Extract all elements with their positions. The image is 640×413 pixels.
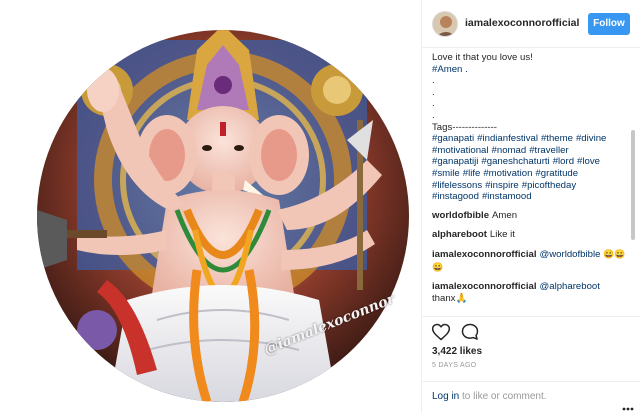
comment-item: alphareboot Like it bbox=[432, 229, 628, 241]
comment-text: Amen bbox=[492, 209, 518, 221]
hashtag-link[interactable]: #ganapatiji bbox=[432, 156, 478, 167]
scrollbar-thumb[interactable] bbox=[631, 130, 635, 240]
login-prompt: Log in to like or comment. bbox=[422, 381, 640, 413]
comment-username[interactable]: iamalexoconnorofficial bbox=[432, 281, 537, 292]
hashtag-link[interactable]: #lifelessons bbox=[432, 180, 482, 191]
comment-mention[interactable]: @alphareboot bbox=[540, 281, 600, 292]
tags-label: Tags-------------- bbox=[432, 121, 497, 133]
hashtag-link[interactable]: #motivational bbox=[432, 145, 489, 156]
comment-item: worldofbible Amen bbox=[432, 210, 628, 222]
username-link[interactable]: iamalexoconnorofficial bbox=[465, 17, 579, 29]
hashtag-link[interactable]: #smile bbox=[432, 168, 460, 179]
likes-count[interactable]: 3,422 likes bbox=[432, 346, 482, 357]
hashtag-link[interactable]: #life bbox=[463, 168, 481, 179]
hashtag-link[interactable]: #nomad bbox=[492, 145, 527, 156]
follow-button[interactable]: Follow bbox=[588, 13, 630, 35]
post-details-pane: iamalexoconnorofficial Follow Love it th… bbox=[421, 0, 640, 413]
caption-dot: . bbox=[432, 86, 435, 98]
hashtag-list: #ganapati #indianfestival #theme #divine #m… bbox=[432, 133, 628, 203]
comment-item: iamalexoconnorofficial @worldofbible 😀😀😀 bbox=[432, 248, 628, 274]
caption-hashtag[interactable]: #Amen . bbox=[432, 64, 628, 76]
comment-username[interactable]: alphareboot bbox=[432, 229, 487, 240]
comment-icon[interactable] bbox=[460, 322, 480, 342]
hashtag-link[interactable]: #ganeshchaturti bbox=[481, 156, 549, 167]
comment-mention[interactable]: @worldofbible bbox=[540, 249, 601, 260]
post-timestamp[interactable]: 5 DAYS AGO bbox=[432, 362, 477, 369]
caption-text: Love it that you love us! bbox=[432, 52, 533, 63]
hashtag-link[interactable]: #gratitude bbox=[535, 168, 578, 179]
avatar[interactable] bbox=[432, 11, 458, 37]
hashtag-link[interactable]: #love bbox=[577, 156, 600, 167]
hashtag-link[interactable]: #theme bbox=[541, 133, 573, 144]
login-prompt-text: to like or comment. bbox=[459, 391, 547, 402]
caption-dot: . bbox=[432, 109, 435, 121]
post-image-pane: @iamalexoconnor bbox=[0, 0, 421, 413]
comment-text: thanx🙏 bbox=[432, 292, 468, 304]
post-header: iamalexoconnorofficial Follow bbox=[422, 0, 640, 48]
hashtag-link[interactable]: #ganapati bbox=[432, 133, 474, 144]
ganesha-idol-image bbox=[37, 30, 409, 402]
hashtag-link[interactable]: #instamood bbox=[482, 191, 532, 202]
comment-username[interactable]: iamalexoconnorofficial bbox=[432, 249, 537, 260]
comment-username[interactable]: worldofbible bbox=[432, 210, 489, 221]
caption-dot: . bbox=[432, 75, 435, 87]
comments-list[interactable]: Love it that you love us! #Amen . . . . … bbox=[432, 52, 628, 317]
comment-text: Like it bbox=[489, 228, 515, 240]
post-actions: 3,422 likes 5 DAYS AGO Log in to like or… bbox=[422, 316, 640, 413]
post-photo[interactable] bbox=[37, 30, 409, 402]
hashtag-link[interactable]: #picoftheday bbox=[522, 180, 576, 191]
login-link[interactable]: Log in bbox=[432, 391, 459, 402]
hashtag-link[interactable]: #inspire bbox=[485, 180, 519, 191]
more-options-icon[interactable] bbox=[622, 394, 634, 411]
hashtag-link[interactable]: #divine bbox=[576, 133, 606, 144]
hashtag-link[interactable]: #indianfestival bbox=[477, 133, 538, 144]
caption-dot: . bbox=[432, 98, 435, 110]
hashtag-link[interactable]: #traveller bbox=[529, 145, 568, 156]
hashtag-link[interactable]: #motivation bbox=[483, 168, 532, 179]
hashtag-link[interactable]: #instagood bbox=[432, 191, 479, 202]
heart-icon[interactable] bbox=[431, 322, 451, 342]
comments-scrollbar[interactable] bbox=[631, 52, 636, 317]
avatar-icon bbox=[433, 12, 457, 36]
comment-item: iamalexoconnorofficial @alphareboot thanx… bbox=[432, 281, 628, 305]
hashtag-link[interactable]: #lord bbox=[553, 156, 574, 167]
